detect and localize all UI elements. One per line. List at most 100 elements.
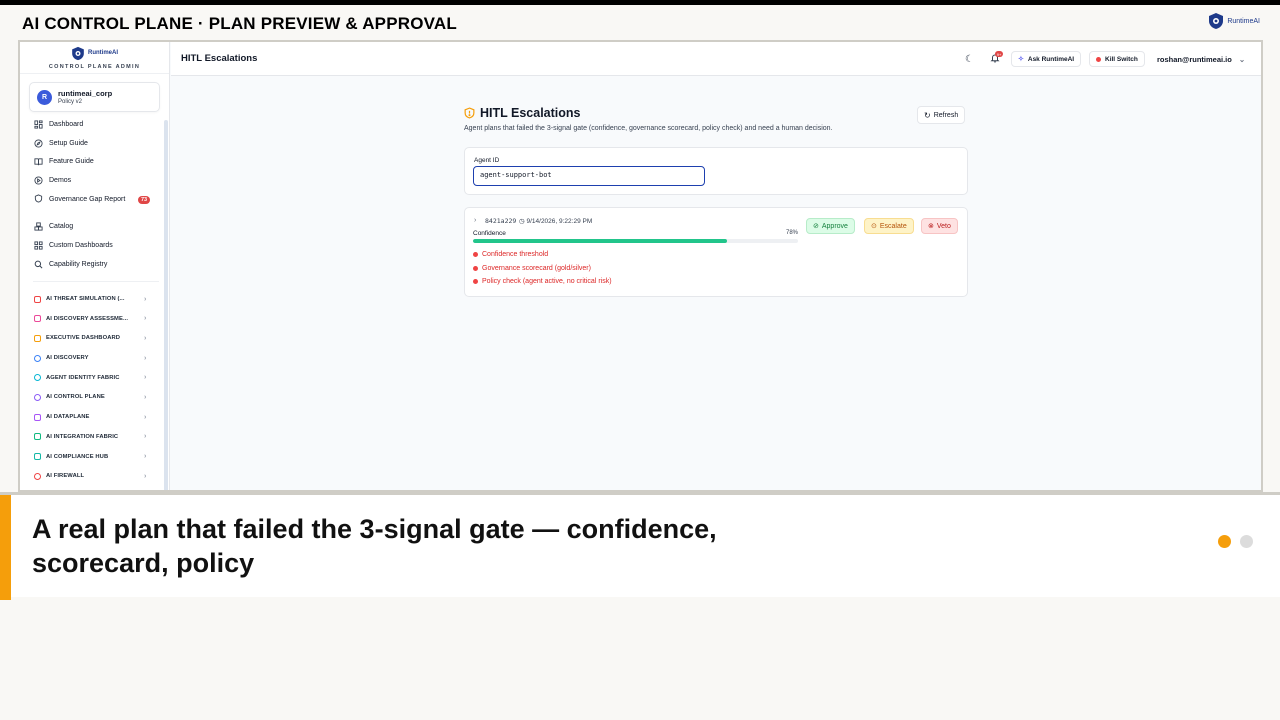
chevron-right-icon: › (144, 472, 147, 480)
sidebar-section-ai-dataplane[interactable]: AI DATAPLANE › (20, 407, 169, 427)
failed-check-label: Policy check (agent active, no critical … (482, 278, 612, 285)
sidebar-section-ai-threat-simulation[interactable]: AI THREAT SIMULATION (... › (20, 289, 169, 309)
sidebar-item-label: Demos (49, 176, 72, 184)
shield-warning-icon (464, 107, 475, 119)
sidebar-section-ai-discovery[interactable]: AI DISCOVERY › (20, 348, 169, 368)
plan-id: 8421a229 (485, 217, 517, 225)
escalate-label: Escalate (879, 222, 907, 230)
user-menu[interactable]: roshan@runtimeai.io ⌄ (1157, 55, 1245, 64)
section-icon (34, 334, 41, 342)
caption-text: A real plan that failed the 3-signal gat… (32, 514, 717, 578)
refresh-button[interactable]: ↻ Refresh (917, 106, 966, 124)
section-label: AI DATAPLANE (46, 414, 90, 421)
sidebar-item-label: Catalog (49, 223, 74, 231)
chevron-right-icon: › (144, 453, 147, 460)
chevron-right-icon: › (144, 374, 147, 382)
kill-indicator-icon (1096, 56, 1101, 62)
kill-switch-button[interactable]: Kill Switch (1089, 51, 1145, 67)
ask-runtimeai-label: Ask RuntimeAI (1027, 55, 1075, 63)
boxes-icon (34, 222, 43, 231)
sidebar-section-ai-integration-fabric[interactable]: AI INTEGRATION FABRIC › (20, 427, 169, 447)
section-icon (34, 433, 41, 441)
pager-dot[interactable] (1240, 535, 1253, 548)
confidence-label: Confidence (473, 230, 506, 237)
sidebar-brand-name: RuntimeAI (88, 50, 118, 56)
section-label: AGENT IDENTITY FABRIC (46, 374, 120, 381)
failed-check-item: Confidence threshold (473, 251, 548, 258)
book-icon (34, 158, 43, 166)
sidebar-section-ai-firewall[interactable]: AI FIREWALL › (20, 466, 169, 486)
confidence-value: 78% (786, 230, 799, 236)
deck-logo-text: RuntimeAI (1227, 17, 1260, 25)
chevron-right-icon: › (144, 393, 147, 401)
org-policy: Policy v2 (58, 99, 83, 105)
sidebar-brand: RuntimeAI CONTROL PLANE ADMIN (20, 42, 169, 74)
section-icon (34, 295, 41, 303)
expand-chevron-icon[interactable]: › (474, 217, 476, 224)
deck-logo: RuntimeAI (1208, 12, 1260, 30)
section-label: AI INTEGRATION FABRIC (46, 433, 119, 440)
org-name: runtimeai_corp (58, 89, 113, 98)
sidebar-brand-subtitle: CONTROL PLANE ADMIN (48, 63, 141, 70)
veto-button[interactable]: ⊗ Veto (921, 218, 958, 234)
approve-button[interactable]: ⊘ Approve (806, 218, 855, 234)
sidebar-section-agent-identity-fabric[interactable]: AGENT IDENTITY FABRIC › (20, 368, 169, 388)
count-badge: 73 (138, 196, 151, 205)
sidebar-item-catalog[interactable]: Catalog (34, 222, 169, 242)
plan-card: › 8421a229 ◷ 9/14/2026, 9:22:29 PM Confi… (464, 207, 968, 297)
sidebar-item-feature-guide[interactable]: Feature Guide (34, 158, 169, 177)
pager-dot[interactable] (1218, 535, 1231, 548)
avatar: R (37, 89, 52, 105)
clock-icon: ◷ (519, 218, 525, 225)
chevron-right-icon: › (144, 315, 147, 323)
sidebar-item-setup-guide[interactable]: Setup Guide (34, 139, 169, 159)
sidebar-item-custom-dashboards[interactable]: Custom Dashboards (34, 241, 169, 261)
page-header: HITL Escalations Agent plans that failed… (464, 106, 833, 132)
sidebar-section-ai-discovery-assessment[interactable]: AI DISCOVERY ASSESSME... › (20, 309, 169, 329)
section-label: EXECUTIVE DASHBOARD (46, 335, 121, 342)
sidebar-section-executive-dashboard[interactable]: EXECUTIVE DASHBOARD › (20, 329, 169, 349)
fail-dot-icon (473, 279, 478, 284)
sidebar-sections: AI THREAT SIMULATION (... › AI DISCOVERY… (20, 289, 169, 486)
caption-panel: A real plan that failed the 3-signal gat… (0, 492, 1280, 600)
sidebar-item-governance-gap-report[interactable]: Governance Gap Report 73 (34, 194, 169, 223)
escalate-button[interactable]: ⊙ Escalate (864, 218, 914, 234)
sidebar: RuntimeAI CONTROL PLANE ADMIN R runtimea… (20, 42, 170, 490)
sidebar-section-ai-compliance-hub[interactable]: AI COMPLIANCE HUB › (20, 447, 169, 467)
top-bar: HITL Escalations ☾ 9+ ✧ Ask RuntimeAI Ki… (171, 42, 1261, 76)
section-label: AI DISCOVERY (46, 355, 89, 362)
sidebar-item-dashboard[interactable]: Dashboard (34, 120, 169, 140)
veto-label: Veto (936, 222, 951, 230)
section-label: AI FIREWALL (46, 473, 85, 480)
org-switcher[interactable]: R runtimeai_corp Policy v2 (29, 82, 160, 112)
ask-runtimeai-button[interactable]: ✧ Ask RuntimeAI (1011, 51, 1082, 67)
moon-icon[interactable]: ☾ (965, 54, 974, 65)
sidebar-item-demos[interactable]: Demos (34, 176, 169, 196)
agent-filter-card: Agent ID agent-support-bot (464, 147, 968, 195)
user-email: roshan@runtimeai.io (1157, 55, 1232, 64)
plan-timestamp-text: 9/14/2026, 9:22:29 PM (526, 218, 593, 225)
failed-check-label: Governance scorecard (gold/silver) (482, 265, 591, 272)
grid-icon (34, 241, 43, 250)
sidebar-nav: Dashboard Setup Guide Feature Guide Demo… (20, 120, 169, 280)
compass-icon (34, 139, 43, 148)
failed-check-label: Confidence threshold (482, 251, 549, 258)
caption-accent-bar (0, 495, 11, 600)
sidebar-item-capability-registry[interactable]: Capability Registry (34, 260, 169, 280)
section-icon (34, 315, 41, 323)
sidebar-item-label: Custom Dashboards (49, 241, 113, 249)
agent-id-input[interactable]: agent-support-bot (473, 166, 705, 186)
play-icon (34, 176, 43, 185)
top-rule (0, 0, 1280, 5)
confidence-bar (473, 239, 798, 243)
sidebar-item-label: Setup Guide (49, 139, 88, 147)
sidebar-section-ai-control-plane[interactable]: AI CONTROL PLANE › (20, 388, 169, 408)
failed-check-item: Governance scorecard (gold/silver) (473, 265, 591, 272)
x-circle-icon: ⊗ (928, 223, 934, 230)
kill-switch-label: Kill Switch (1105, 55, 1138, 63)
app-window: RuntimeAI CONTROL PLANE ADMIN R runtimea… (18, 40, 1263, 492)
notification-badge: 9+ (995, 51, 1003, 57)
refresh-label: Refresh (933, 111, 959, 119)
section-icon (34, 354, 41, 362)
chevron-down-icon: ⌄ (1238, 55, 1246, 64)
